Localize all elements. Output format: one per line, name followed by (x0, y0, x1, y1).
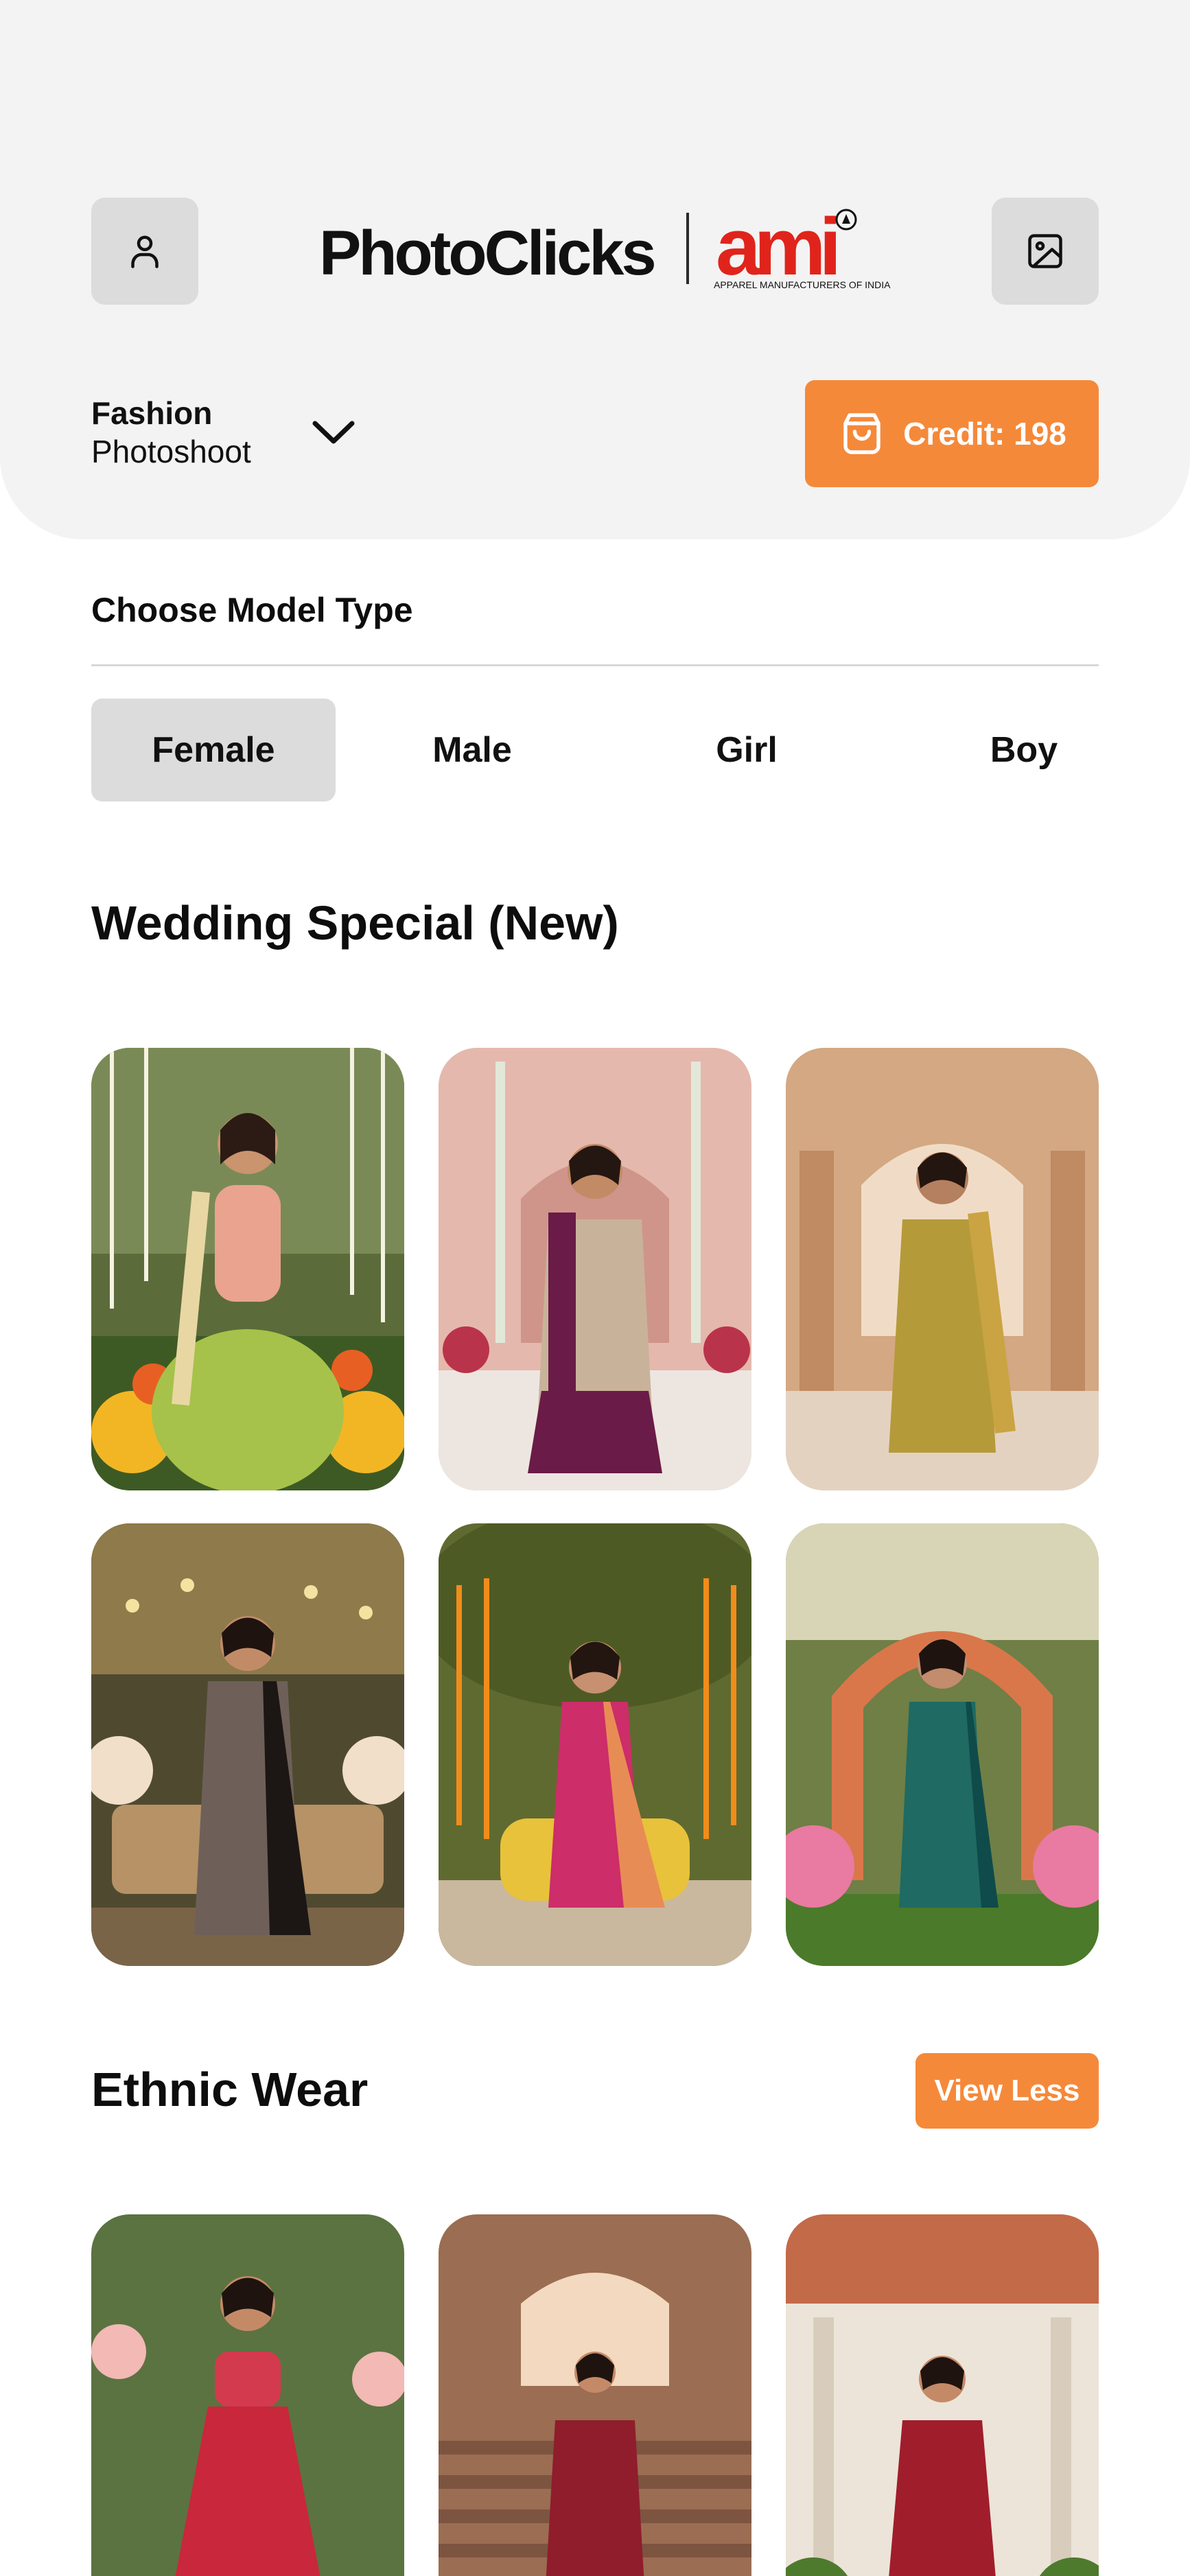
style-card[interactable] (439, 1523, 751, 1966)
divider (91, 664, 1099, 666)
chevron-down-icon (312, 421, 355, 444)
candle-lounge-photo (91, 1523, 404, 1966)
shoot-type-title: Fashion (91, 395, 213, 431)
style-card[interactable] (786, 2214, 1099, 2576)
style-card[interactable] (439, 2214, 751, 2576)
tab-girl[interactable]: Girl (640, 699, 853, 801)
style-card[interactable] (91, 2214, 404, 2576)
shopping-bag-icon (843, 413, 880, 454)
palace-courtyard-photo (439, 1048, 751, 1490)
style-card[interactable] (91, 1523, 404, 1966)
user-icon (131, 235, 159, 268)
section-title-ethnic: Ethnic Wear (91, 2063, 369, 2116)
app-header: PhotoClicks ami APPAREL MANUFACTURERS OF… (0, 0, 1190, 539)
marigold-garden-photo (439, 1523, 751, 1966)
ami-tagline: APPAREL MANUFACTURERS OF INDIA (714, 279, 891, 290)
gallery-button[interactable] (992, 198, 1099, 305)
view-less-button[interactable]: View Less (915, 2053, 1099, 2129)
terracotta-courtyard-photo (786, 2214, 1099, 2576)
rose-garden-photo (91, 2214, 404, 2576)
model-type-tabs: Female Male Girl Boy (91, 699, 1099, 801)
style-card[interactable] (786, 1048, 1099, 1490)
style-card[interactable] (439, 1048, 751, 1490)
credit-label: Credit: 198 (903, 416, 1066, 452)
photoclicks-wordmark: PhotoClicks (319, 218, 657, 288)
model-type-label: Choose Model Type (91, 591, 413, 629)
wedding-garden-photo (91, 1048, 404, 1490)
temple-steps-photo (439, 2214, 751, 2576)
tab-male[interactable]: Male (366, 699, 579, 801)
tab-female[interactable]: Female (91, 699, 336, 801)
brand-logo: PhotoClicks ami APPAREL MANUFACTURERS OF… (319, 202, 890, 302)
credit-button[interactable]: Credit: 198 (805, 380, 1099, 487)
style-card[interactable] (786, 1523, 1099, 1966)
sandstone-arches-photo (786, 1048, 1099, 1490)
style-card[interactable] (91, 1048, 404, 1490)
image-icon (1028, 234, 1062, 268)
flower-arch-photo (786, 1523, 1099, 1966)
shoot-type-subtitle: Photoshoot (91, 434, 251, 469)
section-title-wedding: Wedding Special (New) (91, 896, 619, 950)
logo-divider (686, 213, 689, 284)
profile-button[interactable] (91, 198, 198, 305)
tab-boy[interactable]: Boy (949, 699, 1099, 801)
shoot-type-dropdown[interactable]: Fashion Photoshoot (91, 395, 366, 477)
